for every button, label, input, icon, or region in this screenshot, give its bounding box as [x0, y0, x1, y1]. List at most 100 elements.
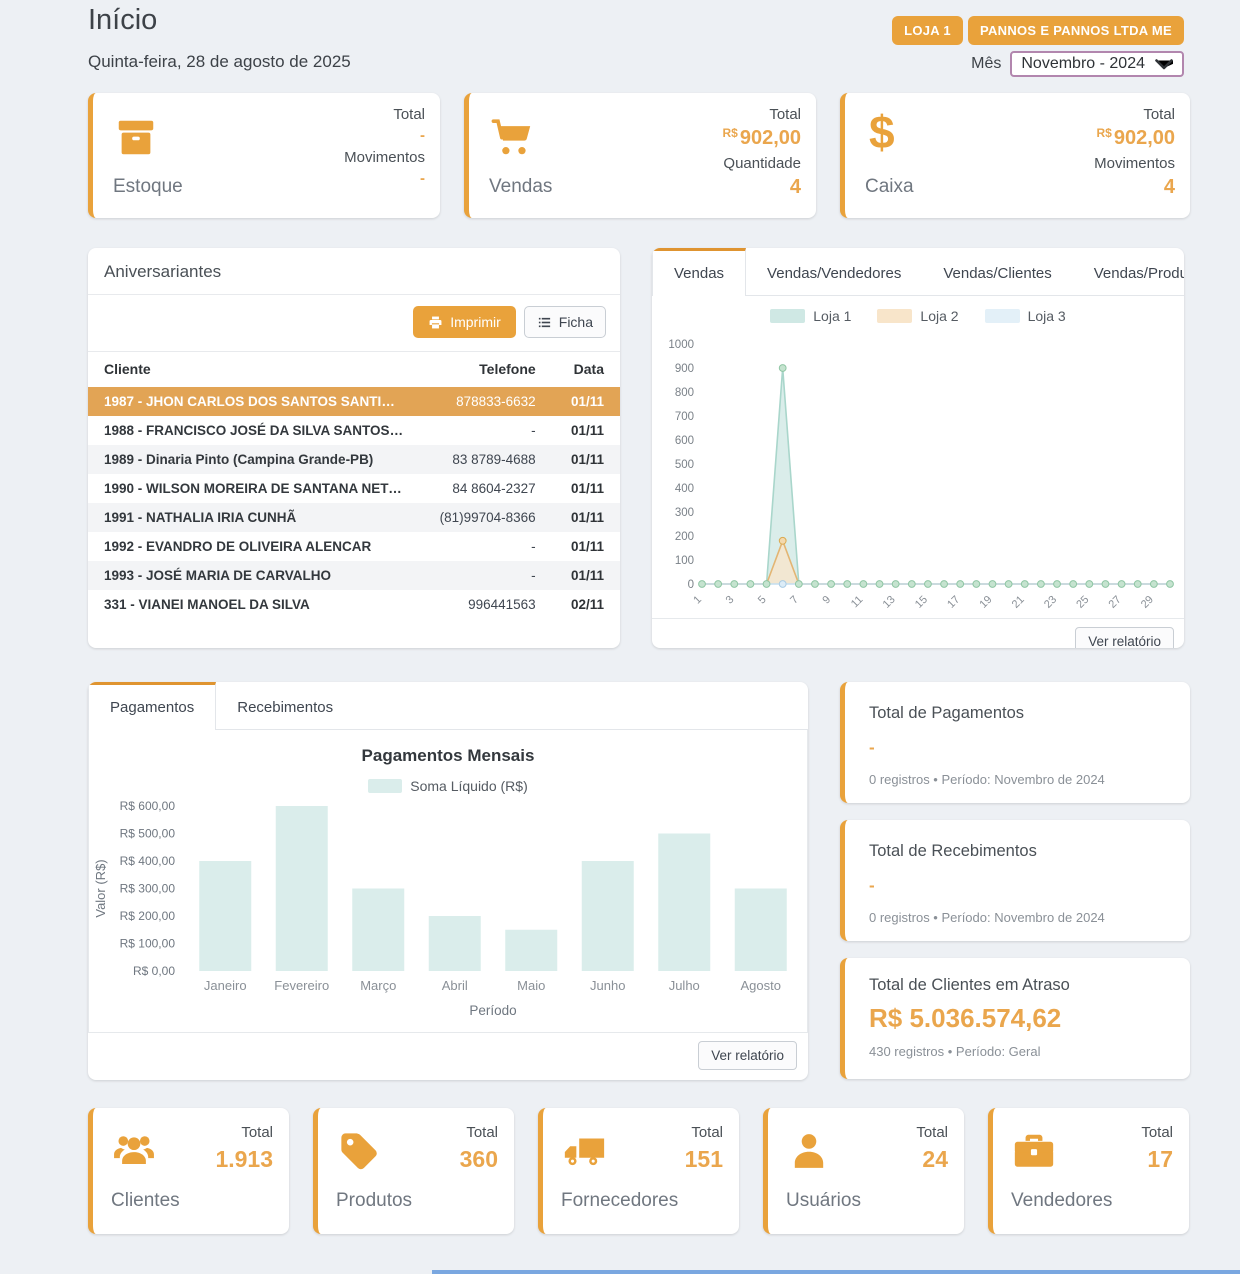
- metric-label: Quantidade: [722, 155, 801, 173]
- total-recebimentos-card[interactable]: Total de Recebimentos - 0 registros • Pe…: [840, 820, 1190, 941]
- stat-card-vendas[interactable]: Vendas Total R$902,00 Quantidade 4: [464, 93, 816, 218]
- produtos-card[interactable]: Total 360 Produtos: [313, 1108, 514, 1234]
- page-date: Quinta-feira, 28 de agosto de 2025: [88, 52, 351, 72]
- column-header-cliente: Cliente: [88, 352, 420, 387]
- stat-card-caixa[interactable]: $ Caixa Total R$902,00 Movimentos 4: [840, 93, 1190, 218]
- svg-text:R$ 0,00: R$ 0,00: [133, 964, 175, 978]
- store-badges: LOJA 1 PANNOS E PANNOS LTDA ME: [892, 16, 1184, 45]
- card-label: Clientes: [111, 1190, 180, 1212]
- user-icon: [786, 1128, 832, 1174]
- total-label: Total: [916, 1124, 948, 1141]
- pagamentos-legend: Soma Líquido (R$): [89, 778, 807, 794]
- imprimir-button[interactable]: Imprimir: [413, 306, 516, 338]
- tab-vendas-produtos[interactable]: Vendas/Produtos: [1073, 248, 1184, 295]
- metric-label: Movimentos: [344, 149, 425, 167]
- column-header-telefone: Telefone: [420, 352, 552, 387]
- svg-text:Fevereiro: Fevereiro: [274, 978, 329, 993]
- dollar-icon: $: [869, 105, 895, 160]
- vendedores-card[interactable]: Total 17 Vendedores: [988, 1108, 1189, 1234]
- stat-card-estoque[interactable]: Estoque Total - Movimentos -: [88, 93, 440, 218]
- total-value: 1.913: [215, 1146, 273, 1173]
- summary-value: -: [869, 876, 1166, 896]
- svg-text:Junho: Junho: [590, 978, 625, 993]
- briefcase-icon: [1011, 1128, 1057, 1174]
- total-label: Total: [1141, 1124, 1173, 1141]
- metric-label: Total: [344, 106, 425, 124]
- table-row[interactable]: 331 - VIANEI MANOEL DA SILVA 996441563 0…: [88, 590, 620, 619]
- table-row[interactable]: 1990 - WILSON MOREIRA DE SANTANA NETO (.…: [88, 474, 620, 503]
- total-value: 17: [1147, 1146, 1173, 1173]
- summary-title: Total de Pagamentos: [869, 704, 1166, 723]
- metric-value: 4: [1094, 176, 1175, 199]
- svg-text:15: 15: [913, 594, 930, 611]
- dashboard-page: Início Quinta-feira, 28 de agosto de 202…: [0, 0, 1240, 1274]
- pagamentos-chart-area: Pagamentos Mensais Soma Líquido (R$) R$ …: [88, 730, 808, 1033]
- usuarios-card[interactable]: Total 24 Usuários: [763, 1108, 964, 1234]
- svg-text:400: 400: [675, 483, 694, 495]
- tab-vendas-vendedores[interactable]: Vendas/Vendedores: [746, 248, 922, 295]
- svg-text:R$ 600,00: R$ 600,00: [120, 799, 176, 813]
- table-row[interactable]: 1992 - EVANDRO DE OLIVEIRA ALENCAR - 01/…: [88, 532, 620, 561]
- cart-icon: [489, 115, 535, 161]
- truck-icon: [561, 1128, 607, 1174]
- tab-vendas[interactable]: Vendas: [652, 248, 746, 296]
- svg-text:1: 1: [691, 594, 704, 607]
- month-filter: Mês Novembro - 2024: [971, 51, 1184, 77]
- tab-recebimentos[interactable]: Recebimentos: [216, 682, 354, 729]
- stat-card-label: Vendas: [489, 176, 552, 198]
- svg-text:Abril: Abril: [442, 978, 468, 993]
- fornecedores-card[interactable]: Total 151 Fornecedores: [538, 1108, 739, 1234]
- total-pagamentos-card[interactable]: Total de Pagamentos - 0 registros • Perí…: [840, 682, 1190, 803]
- metric-label: Movimentos: [1094, 155, 1175, 173]
- pagamentos-chart: R$ 0,00R$ 100,00R$ 200,00R$ 300,00R$ 400…: [89, 798, 807, 1031]
- ver-relatorio-vendas-button[interactable]: Ver relatório: [1075, 627, 1174, 648]
- svg-text:200: 200: [675, 531, 694, 543]
- summary-note: 430 registros • Período: Geral: [869, 1044, 1166, 1059]
- column-header-data: Data: [552, 352, 620, 387]
- store-badge[interactable]: LOJA 1: [892, 16, 963, 45]
- tag-icon: [336, 1128, 382, 1174]
- legend-swatch-loja1: [770, 309, 805, 323]
- svg-text:800: 800: [675, 387, 694, 399]
- table-row[interactable]: 1988 - FRANCISCO JOSÉ DA SILVA SANTOS (N…: [88, 416, 620, 445]
- stat-card-label: Estoque: [113, 176, 183, 198]
- total-label: Total: [466, 1124, 498, 1141]
- svg-text:Agosto: Agosto: [741, 978, 781, 993]
- svg-text:Período: Período: [469, 1003, 516, 1018]
- ficha-button[interactable]: Ficha: [524, 306, 606, 338]
- horizontal-scroll-indicator[interactable]: [432, 1270, 1240, 1274]
- svg-text:11: 11: [849, 594, 866, 611]
- card-label: Produtos: [336, 1190, 412, 1212]
- table-row[interactable]: 1991 - NATHALIA IRIA CUNHÃ (81)99704-836…: [88, 503, 620, 532]
- svg-text:R$ 100,00: R$ 100,00: [120, 937, 176, 951]
- chevron-down-icon: [1155, 59, 1173, 70]
- table-row[interactable]: 1989 - Dinaria Pinto (Campina Grande-PB)…: [88, 445, 620, 474]
- clientes-card[interactable]: Total 1.913 Clientes: [88, 1108, 289, 1234]
- aniversariantes-table: Cliente Telefone Data 1987 - JHON CARLOS…: [88, 352, 620, 619]
- svg-text:R$ 400,00: R$ 400,00: [120, 854, 176, 868]
- svg-text:13: 13: [881, 594, 898, 611]
- summary-note: 0 registros • Período: Novembro de 2024: [869, 910, 1166, 925]
- tab-pagamentos[interactable]: Pagamentos: [88, 682, 216, 730]
- total-value: 151: [685, 1146, 723, 1173]
- page-title: Início: [88, 4, 157, 37]
- summary-title: Total de Clientes em Atraso: [869, 976, 1166, 995]
- table-row[interactable]: 1987 - JHON CARLOS DOS SANTOS SANTIAGO..…: [88, 387, 620, 416]
- svg-text:25: 25: [1074, 594, 1091, 611]
- svg-text:R$ 500,00: R$ 500,00: [120, 827, 176, 841]
- table-row[interactable]: 1993 - JOSÉ MARIA DE CARVALHO - 01/11: [88, 561, 620, 590]
- clientes-atraso-card[interactable]: Total de Clientes em Atraso R$ 5.036.574…: [840, 958, 1190, 1079]
- summary-title: Total de Recebimentos: [869, 842, 1166, 861]
- pagamentos-tabs: Pagamentos Recebimentos: [88, 682, 808, 730]
- company-badge[interactable]: PANNOS E PANNOS LTDA ME: [968, 16, 1184, 45]
- month-select-value: Novembro - 2024: [1021, 55, 1145, 73]
- tab-vendas-clientes[interactable]: Vendas/Clientes: [922, 248, 1072, 295]
- svg-text:7: 7: [788, 594, 801, 607]
- month-select[interactable]: Novembro - 2024: [1010, 51, 1184, 77]
- svg-text:Valor (R$): Valor (R$): [93, 859, 108, 917]
- svg-text:Janeiro: Janeiro: [204, 978, 247, 993]
- vendas-chart: 0100200300400500600700800900100013579111…: [656, 326, 1184, 618]
- ver-relatorio-pagamentos-button[interactable]: Ver relatório: [698, 1041, 797, 1070]
- legend-swatch-soma-liquido: [368, 779, 402, 793]
- vendas-tabs: Vendas Vendas/Vendedores Vendas/Clientes…: [652, 248, 1184, 296]
